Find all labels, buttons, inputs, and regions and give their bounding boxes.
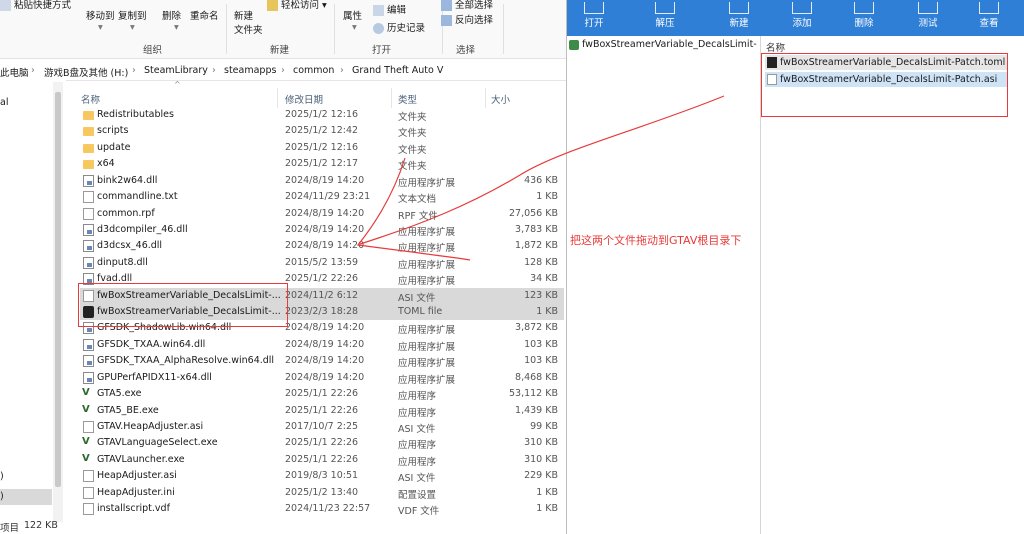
drag-arrow-annotation [356, 95, 725, 261]
drag-arrow-line [359, 95, 725, 245]
instruction-annotation: 把这两个文件拖动到GTAV根目录下 [570, 234, 742, 247]
